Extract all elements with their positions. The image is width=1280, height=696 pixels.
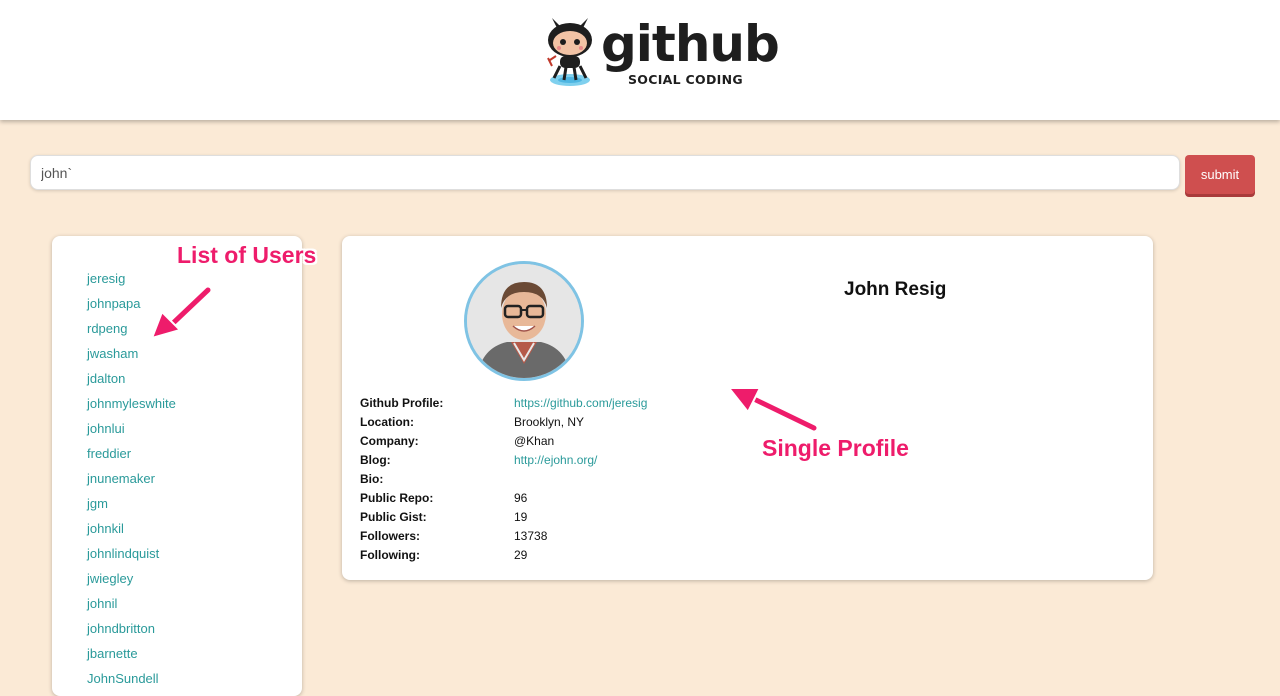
- following-value: 29: [514, 548, 528, 562]
- user-list-item[interactable]: jwasham: [87, 346, 138, 361]
- company-value: @Khan: [514, 434, 555, 448]
- location-value: Brooklyn, NY: [514, 415, 585, 429]
- blog-link[interactable]: http://ejohn.org/: [514, 453, 597, 467]
- user-list-item[interactable]: johnlindquist: [87, 546, 159, 561]
- user-list-item[interactable]: johndbritton: [87, 621, 155, 636]
- arrow-icon: [726, 387, 818, 432]
- field-label-company: Company:: [360, 434, 419, 448]
- user-list-item[interactable]: johnlui: [87, 421, 125, 436]
- submit-button[interactable]: submit: [1185, 155, 1255, 194]
- field-label-location: Location:: [360, 415, 414, 429]
- arrow-icon: [150, 286, 212, 340]
- user-list-item[interactable]: johnil: [87, 596, 117, 611]
- user-list-item[interactable]: jgm: [87, 496, 108, 511]
- logo-wordmark: github: [601, 15, 780, 73]
- field-label-following: Following:: [360, 548, 420, 562]
- annotation-list-of-users: List of Users: [177, 242, 317, 268]
- field-label-blog: Blog:: [360, 453, 391, 467]
- logo-tagline: SOCIAL CODING: [628, 72, 743, 87]
- public-repo-value: 96: [514, 491, 528, 505]
- user-list-item[interactable]: rdpeng: [87, 321, 127, 336]
- user-list-item[interactable]: jbarnette: [87, 646, 138, 661]
- header: github SOCIAL CODING: [0, 0, 1280, 120]
- field-label-followers: Followers:: [360, 529, 421, 543]
- user-list-item[interactable]: johnkil: [87, 521, 124, 536]
- github-profile-link[interactable]: https://github.com/jeresig: [514, 396, 647, 410]
- user-list-item[interactable]: jdalton: [87, 371, 125, 386]
- field-label-public-repo: Public Repo:: [360, 491, 434, 505]
- user-list-item[interactable]: freddier: [87, 446, 131, 461]
- field-label-public-gist: Public Gist:: [360, 510, 427, 524]
- user-list-item[interactable]: jwiegley: [87, 571, 133, 586]
- user-list-item[interactable]: jeresig: [87, 271, 125, 286]
- annotation-single-profile: Single Profile: [762, 435, 909, 461]
- search-input[interactable]: [30, 155, 1180, 190]
- followers-value: 13738: [514, 529, 548, 543]
- user-list-item[interactable]: jnunemaker: [87, 471, 155, 486]
- avatar: [464, 261, 584, 381]
- user-list-item[interactable]: JohnSundell: [87, 671, 159, 686]
- user-list-item[interactable]: johnpapa: [87, 296, 141, 311]
- profile-photo-icon: [467, 264, 581, 378]
- field-label-bio: Bio:: [360, 472, 384, 486]
- field-label-github-profile: Github Profile:: [360, 396, 444, 410]
- public-gist-value: 19: [514, 510, 528, 524]
- profile-name: John Resig: [844, 279, 947, 300]
- user-list-item[interactable]: johnmyleswhite: [87, 396, 176, 411]
